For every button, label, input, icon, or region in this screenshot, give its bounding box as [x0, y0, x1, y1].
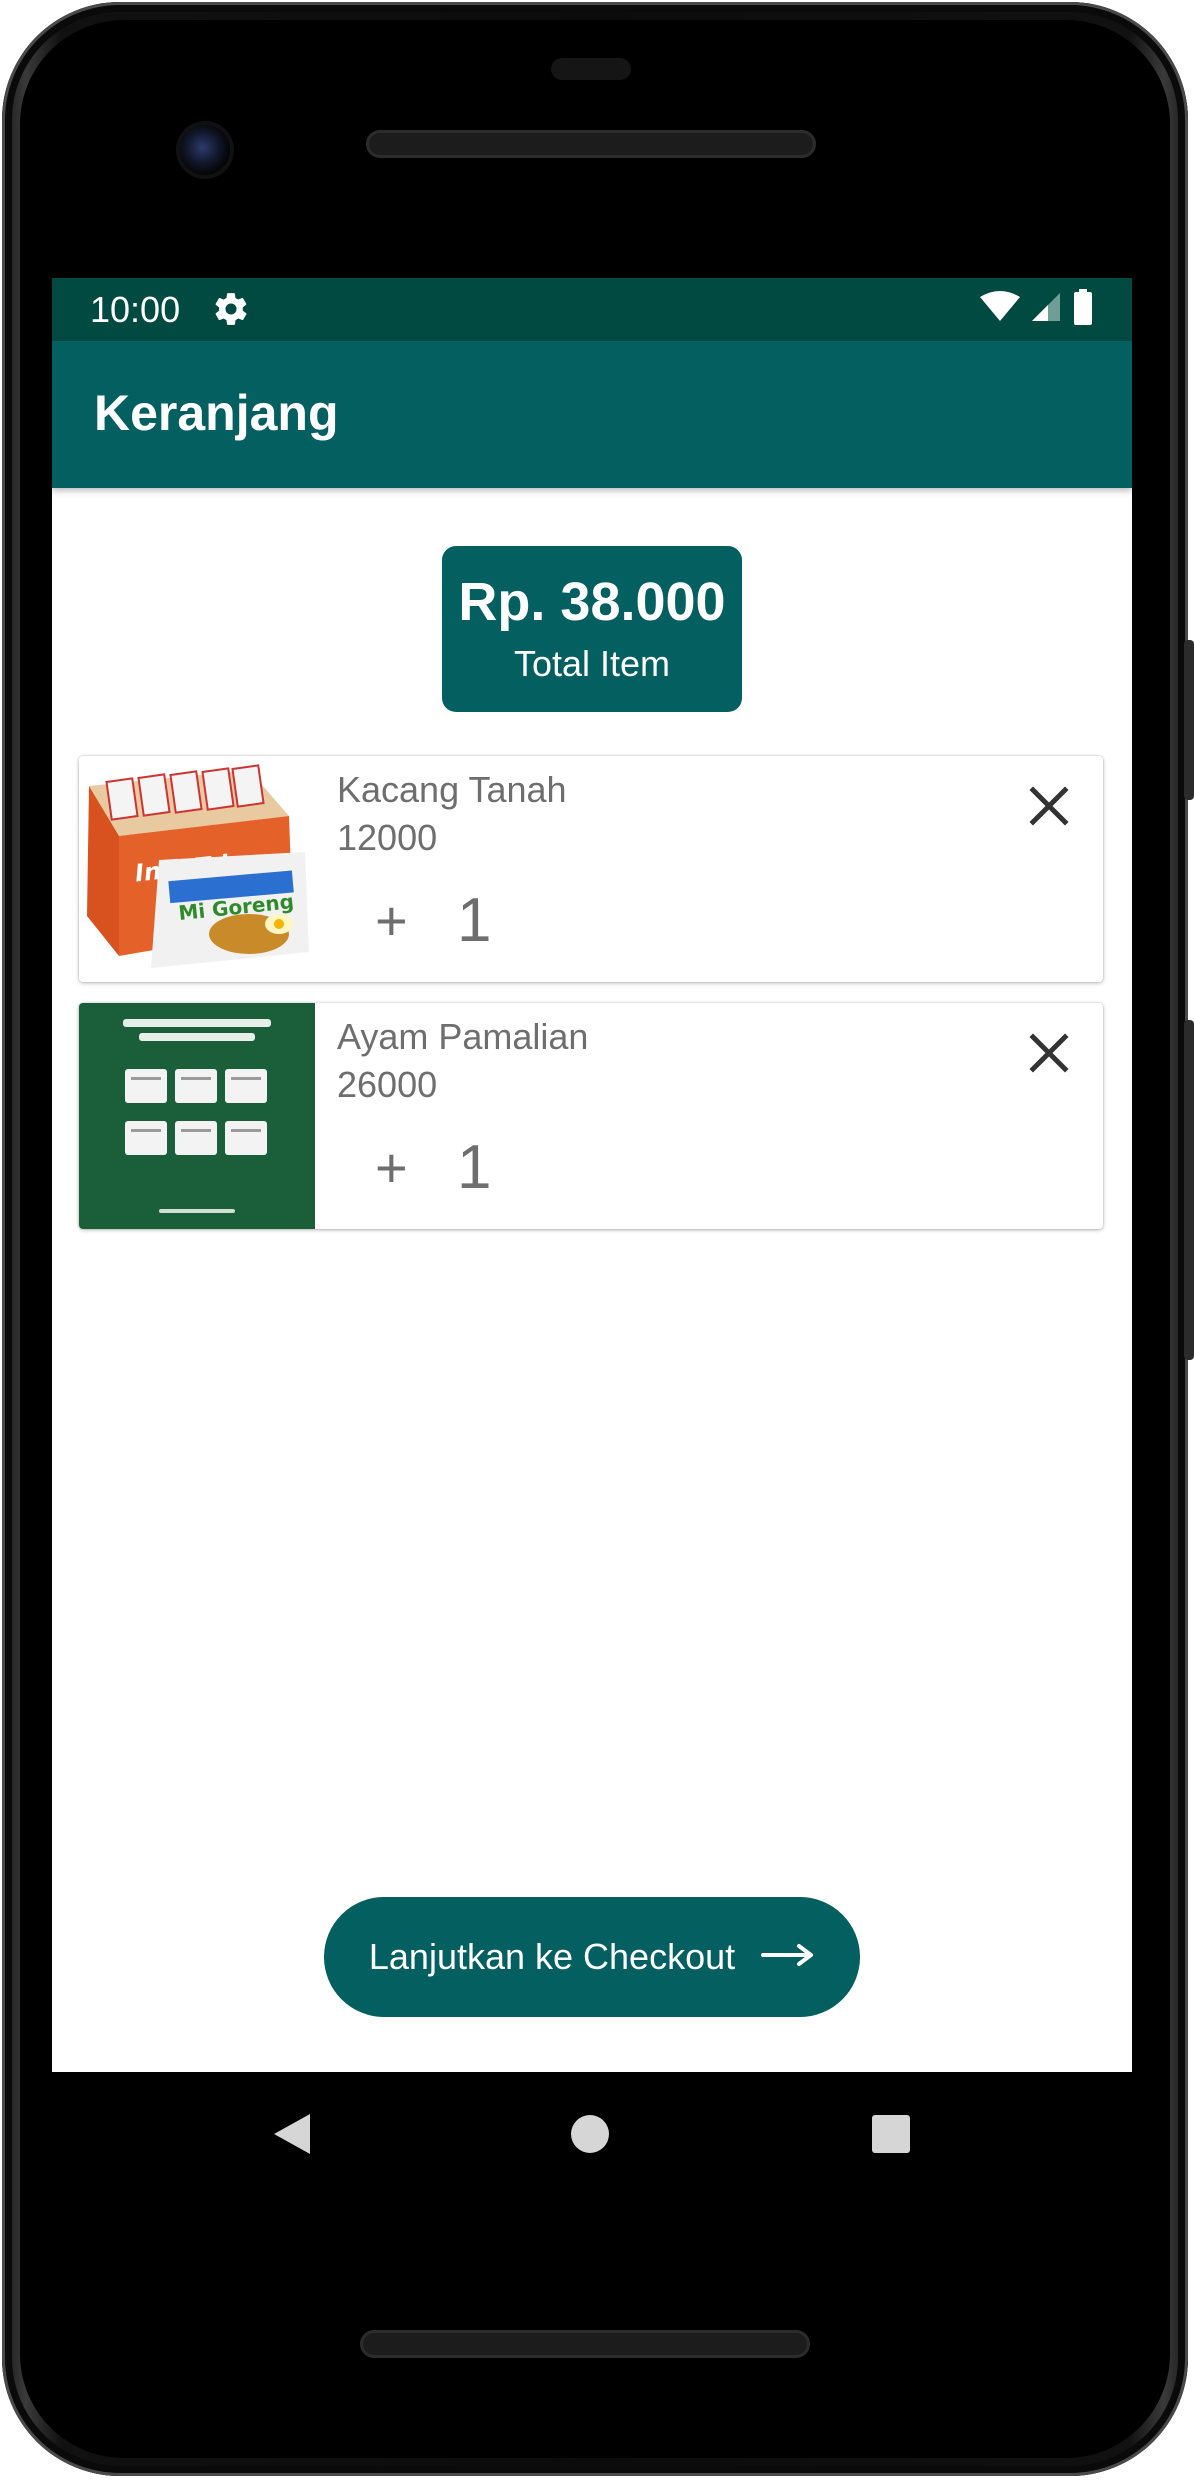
- product-image: [79, 1003, 315, 1229]
- battery-icon: [1072, 288, 1094, 330]
- front-camera: [180, 125, 230, 175]
- volume-button: [1184, 1020, 1194, 1360]
- total-label: Total Item: [513, 643, 671, 684]
- arrow-right-icon: [761, 1943, 815, 1972]
- page-title: Keranjang: [94, 385, 339, 441]
- home-icon[interactable]: [570, 2110, 610, 2163]
- list-item: IndoTrie Mi Goreng Kacang Tanah 12000 + …: [79, 756, 1103, 982]
- item-price: 26000: [337, 1064, 438, 1105]
- total-amount: Rp. 38.000: [458, 572, 726, 632]
- bottom-speaker: [360, 2330, 810, 2358]
- navigation-bar: [52, 2072, 1132, 2202]
- increment-button[interactable]: +: [375, 886, 408, 956]
- item-name: Kacang Tanah: [337, 769, 567, 810]
- top-speaker: [366, 130, 816, 158]
- status-bar: 10:00: [52, 278, 1132, 341]
- status-icons: [980, 288, 1094, 330]
- item-price: 12000: [337, 817, 438, 858]
- increment-button[interactable]: +: [375, 1133, 408, 1203]
- item-quantity: 1: [457, 1133, 492, 1202]
- recents-icon[interactable]: [870, 2110, 912, 2163]
- app-bar: Keranjang: [52, 341, 1132, 488]
- screen: 10:00 Keranjang Rp. 38.000 Total Item Mi…: [52, 278, 1132, 2072]
- product-image: IndoTrie Mi Goreng: [79, 756, 315, 982]
- device-frame: 10:00 Keranjang Rp. 38.000 Total Item Mi…: [0, 0, 1194, 2480]
- checkout-button[interactable]: Lanjutkan ke Checkout: [324, 1897, 860, 2017]
- gear-icon: [212, 290, 250, 328]
- checkout-label: Lanjutkan ke Checkout: [368, 1936, 736, 1977]
- status-time: 10:00: [90, 289, 181, 330]
- close-icon[interactable]: [1025, 782, 1073, 830]
- signal-icon: [1030, 291, 1062, 328]
- close-icon[interactable]: [1025, 1029, 1073, 1077]
- item-quantity: 1: [457, 886, 492, 955]
- cart-list: IndoTrie Mi Goreng Kacang Tanah 12000 + …: [79, 756, 1105, 1250]
- top-sensor: [551, 58, 631, 80]
- list-item: Ayam Pamalian 26000 + 1: [79, 1003, 1103, 1229]
- item-name: Ayam Pamalian: [337, 1016, 589, 1057]
- wifi-icon: [980, 290, 1020, 328]
- back-icon[interactable]: [270, 2110, 314, 2163]
- power-button: [1184, 640, 1194, 800]
- total-summary: Rp. 38.000 Total Item: [442, 546, 742, 712]
